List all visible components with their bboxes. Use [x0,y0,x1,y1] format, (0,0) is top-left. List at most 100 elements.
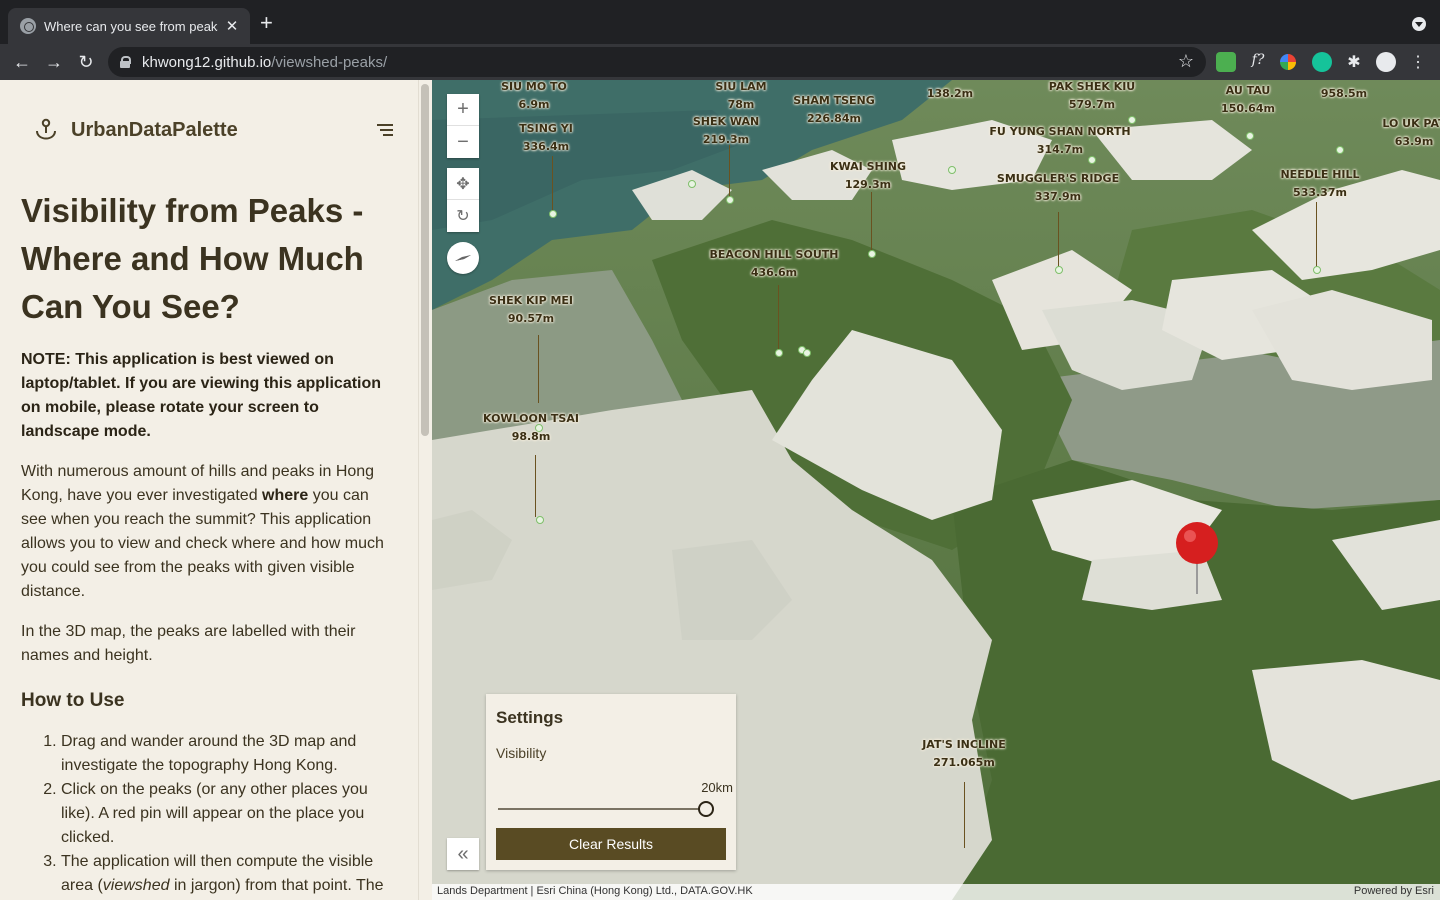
visibility-label: Visibility [496,745,547,761]
peak-marker[interactable] [1128,116,1136,124]
url-host: khwong12.github.io [142,53,272,71]
peak-label: JAT'S INCLINE 271.065m [922,738,1006,769]
intro-paragraph: With numerous amount of hills and peaks … [21,463,384,600]
browser-toolbar: ← → ↻ khwong12.github.io/viewshed-peaks/… [0,44,1440,80]
peak-label: BEACON HILL SOUTH 436.6m [709,248,839,279]
peak-stem [729,145,730,200]
peak-marker[interactable] [868,250,876,258]
mobile-note: NOTE: This application is best viewed on… [21,351,382,440]
page-title: Visibility from Peaks - Where and How Mu… [21,192,364,325]
navigation-controls: ✥ ↻ [447,168,479,232]
visibility-value: 20km [701,780,733,795]
settings-panel: Settings Visibility 20km Clear Results [486,694,736,870]
settings-title: Settings [496,708,564,727]
brand-logo-icon [36,118,56,140]
peak-stem [778,285,779,353]
peak-stem [1316,202,1317,270]
peak-label: PAK SHEK KIU 579.7m [1048,80,1136,111]
back-button[interactable]: ← [10,50,34,74]
peak-marker[interactable] [549,210,557,218]
visibility-slider-track[interactable] [498,808,704,810]
brand[interactable]: UrbanDataPalette [21,118,397,142]
extensions-puzzle-icon[interactable]: ✱ [1344,52,1364,72]
peak-label: SIU MO TO 6.9m [501,80,567,111]
peak-marker[interactable] [726,196,734,204]
peak-stem [535,455,536,517]
peak-marker[interactable] [803,349,811,357]
reload-button[interactable]: ↻ [74,50,98,74]
how-to-use-heading: How to Use [21,690,125,711]
hamburger-menu-icon[interactable] [377,124,393,139]
collapse-panel-button[interactable]: « [447,838,479,870]
browser-tab[interactable]: Where can you see from peaks ✕ [8,8,250,44]
peak-label: TSING YI 336.4m [519,122,573,153]
browser-tabstrip: Where can you see from peaks ✕ + [0,0,1440,44]
formula-extension-icon[interactable]: f? [1248,52,1268,72]
peak-stem [1058,212,1059,270]
peak-label: LO UK PAT 63.9m [1382,117,1440,148]
peak-marker[interactable] [1055,266,1063,274]
peak-marker[interactable] [688,180,696,188]
pan-icon[interactable]: ✥ [447,168,479,200]
close-tab-icon[interactable]: ✕ [224,17,240,35]
sheets-extension-icon[interactable] [1216,52,1236,72]
address-bar[interactable]: khwong12.github.io/viewshed-peaks/ ☆ [108,47,1206,77]
bookmark-star-icon[interactable]: ☆ [1178,51,1194,72]
peak-label: KOWLOON TSAI 98.8m [483,412,579,443]
brand-name: UrbanDataPalette [71,118,238,141]
peak-label: SHEK KIP MEI 90.57m [488,294,574,325]
color-extension-icon[interactable] [1280,54,1296,70]
sidebar-panel: UrbanDataPalette Visibility from Peaks -… [0,80,418,900]
rotate-icon[interactable]: ↻ [447,200,479,232]
zoom-controls: + − [447,94,479,158]
tab-search-icon[interactable] [1412,17,1426,31]
peak-marker[interactable] [1088,156,1096,164]
step-item: The application will then compute the vi… [61,850,397,898]
peak-stem [871,192,872,254]
powered-by-esri[interactable]: Powered by Esri [1354,885,1434,897]
how-to-steps: Drag and wander around the 3D map and in… [21,730,397,898]
globe-icon [20,18,36,34]
peak-label: 958.5m [1320,87,1368,100]
peak-label: SIU LAM 78m [715,80,767,111]
peak-label: 138.2m [926,87,974,100]
peak-marker[interactable] [536,516,544,524]
visibility-slider-thumb[interactable] [698,801,714,817]
map-view[interactable]: SIU MO TO 6.9m SIU LAM 78m SHAM TSENG 226.8… [432,80,1440,900]
lock-icon [120,56,131,68]
new-tab-button[interactable]: + [260,12,273,34]
browser-menu-icon[interactable]: ⋮ [1408,52,1428,72]
peak-label: KWAI SHING 129.3m [829,160,907,191]
peak-stem [964,782,965,848]
peak-marker[interactable] [1246,132,1254,140]
map-paragraph: In the 3D map, the peaks are labelled wi… [21,623,356,664]
peak-marker[interactable] [1336,146,1344,154]
peak-marker[interactable] [1313,266,1321,274]
step-item: Drag and wander around the 3D map and in… [61,730,397,778]
sidebar-scroll-thumb[interactable] [421,84,429,436]
grammarly-extension-icon[interactable] [1312,52,1332,72]
emphasis-where: where [262,487,309,504]
red-pin-marker[interactable] [1176,522,1218,564]
peak-label: SMUGGLER'S RIDGE 337.9m [996,172,1120,203]
peak-stem [538,335,539,403]
attribution-text: Lands Department | Esri China (Hong Kong… [437,885,753,897]
peak-label: SHAM TSENG 226.84m [793,94,875,125]
peak-stem [552,156,553,214]
zoom-out-button[interactable]: − [447,126,479,158]
profile-avatar[interactable] [1376,52,1396,72]
zoom-in-button[interactable]: + [447,94,479,126]
compass-button[interactable] [447,242,479,274]
step-item: Click on the peaks (or any other places … [61,778,397,850]
url-path: /viewshed-peaks/ [271,53,388,71]
tab-title: Where can you see from peaks [44,18,218,34]
peak-label: SHEK WAN 219.3m [692,115,760,146]
peak-marker[interactable] [948,166,956,174]
peak-marker[interactable] [775,349,783,357]
clear-results-button[interactable]: Clear Results [496,828,726,860]
peak-label: NEEDLE HILL 533.37m [1280,168,1360,199]
forward-button[interactable]: → [42,50,66,74]
compass-icon [455,255,471,261]
peak-label: AU TAU 150.64m [1221,84,1275,115]
map-attribution: Lands Department | Esri China (Hong Kong… [432,884,1440,900]
